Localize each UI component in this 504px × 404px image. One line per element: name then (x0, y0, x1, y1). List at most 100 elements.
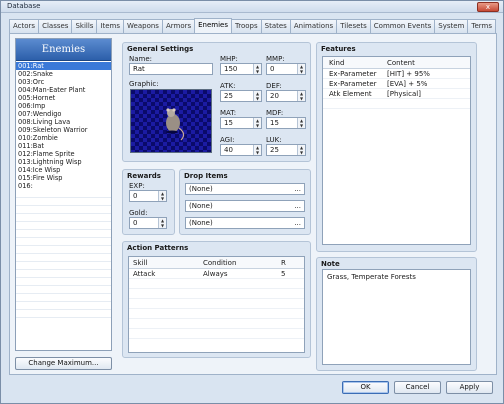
close-button[interactable]: x (477, 2, 499, 12)
apply-button[interactable]: Apply (446, 381, 493, 394)
tab-enemies[interactable]: Enemies (194, 18, 233, 33)
mat-spinner[interactable]: 15 ▲ ▼ (220, 117, 262, 129)
list-item[interactable]: 006:Imp (16, 102, 111, 110)
list-item-empty[interactable] (16, 190, 111, 198)
list-item[interactable]: 010:Zombie (16, 134, 111, 142)
name-field[interactable]: Rat (129, 63, 213, 75)
def-spinner[interactable]: 20 ▲ ▼ (266, 90, 306, 102)
list-item-empty[interactable] (16, 262, 111, 270)
note-textarea[interactable]: Grass, Temperate Forests (322, 269, 471, 365)
list-item[interactable]: 009:Skeleton Warrior (16, 126, 111, 134)
list-item[interactable]: 011:Bat (16, 142, 111, 150)
agi-spinner[interactable]: 40 ▲ ▼ (220, 144, 262, 156)
list-item-empty[interactable] (16, 302, 111, 310)
spin-down-icon[interactable]: ▼ (254, 69, 261, 74)
list-item-empty[interactable] (16, 254, 111, 262)
drop-item-1[interactable]: (None)... (185, 183, 305, 195)
list-item[interactable]: 015:Fire Wisp (16, 174, 111, 182)
list-item-empty[interactable] (16, 310, 111, 318)
tab-troops[interactable]: Troops (231, 19, 262, 33)
table-row[interactable]: Atk Element [Physical] (323, 89, 470, 99)
mhp-spinner[interactable]: 150 ▲ ▼ (220, 63, 262, 75)
list-item-empty[interactable] (16, 206, 111, 214)
table-row[interactable]: Ex-Parameter [HIT] + 95% (323, 69, 470, 79)
exp-spinner[interactable]: 0 ▲ ▼ (129, 190, 167, 202)
gold-spinner[interactable]: 0 ▲ ▼ (129, 217, 167, 229)
list-item[interactable]: 013:Lightning Wisp (16, 158, 111, 166)
spin-down-icon[interactable]: ▼ (298, 123, 305, 128)
features-table[interactable]: Kind Content Ex-Parameter [HIT] + 95% Ex… (322, 56, 471, 245)
tab-system[interactable]: System (434, 19, 469, 33)
drop-item-3[interactable]: (None)... (185, 217, 305, 229)
title-bar: Database x (1, 1, 503, 13)
spin-down-icon[interactable]: ▼ (254, 123, 261, 128)
list-item[interactable]: 014:Ice Wisp (16, 166, 111, 174)
feature-content: [HIT] + 95% (387, 70, 430, 78)
list-item-empty[interactable] (16, 278, 111, 286)
list-item[interactable]: 012:Flame Sprite (16, 150, 111, 158)
list-item-empty[interactable] (16, 198, 111, 206)
list-item-empty[interactable] (16, 270, 111, 278)
agi-value: 40 (224, 146, 233, 154)
enemy-graphic[interactable] (130, 89, 212, 153)
spin-down-icon[interactable]: ▼ (159, 223, 166, 228)
tab-weapons[interactable]: Weapons (123, 19, 163, 33)
table-row[interactable] (129, 279, 304, 289)
feature-kind: Ex-Parameter (329, 70, 377, 78)
spin-down-icon[interactable]: ▼ (298, 96, 305, 101)
tab-actors[interactable]: Actors (9, 19, 40, 33)
table-row[interactable] (129, 299, 304, 309)
mdf-spinner[interactable]: 15 ▲ ▼ (266, 117, 306, 129)
list-item-empty[interactable] (16, 286, 111, 294)
atk-spinner[interactable]: 25 ▲ ▼ (220, 90, 262, 102)
table-row[interactable] (129, 309, 304, 319)
list-item[interactable]: 002:Snake (16, 70, 111, 78)
tab-common-events[interactable]: Common Events (369, 19, 436, 33)
table-row[interactable] (129, 289, 304, 299)
tab-states[interactable]: States (260, 19, 291, 33)
list-item-empty[interactable] (16, 222, 111, 230)
table-row[interactable] (129, 329, 304, 339)
tab-classes[interactable]: Classes (38, 19, 73, 33)
table-row[interactable] (323, 99, 470, 109)
tab-skills[interactable]: Skills (71, 19, 98, 33)
change-maximum-button[interactable]: Change Maximum... (15, 357, 112, 370)
action-patterns-table[interactable]: Skill Condition R Attack Always 5 (128, 256, 305, 353)
drop-item-2[interactable]: (None)... (185, 200, 305, 212)
list-item-empty[interactable] (16, 294, 111, 302)
list-item-empty[interactable] (16, 238, 111, 246)
luk-spinner[interactable]: 25 ▲ ▼ (266, 144, 306, 156)
tab-animations[interactable]: Animations (289, 19, 338, 33)
list-item[interactable]: 007:Wendigo (16, 110, 111, 118)
spin-down-icon[interactable]: ▼ (254, 96, 261, 101)
tab-terms[interactable]: Terms (467, 19, 496, 33)
list-item-empty[interactable] (16, 214, 111, 222)
spin-down-icon[interactable]: ▼ (254, 150, 261, 155)
spin-down-icon[interactable]: ▼ (159, 196, 166, 201)
cancel-button[interactable]: Cancel (394, 381, 441, 394)
list-item[interactable]: 004:Man-Eater Plant (16, 86, 111, 94)
tab-armors[interactable]: Armors (161, 19, 196, 33)
table-row[interactable]: Attack Always 5 (129, 269, 304, 279)
tab-items[interactable]: Items (96, 19, 125, 33)
feature-content: [EVA] + 5% (387, 80, 428, 88)
rewards-title: Rewards (127, 172, 161, 180)
spin-down-icon[interactable]: ▼ (298, 150, 305, 155)
ok-button[interactable]: OK (342, 381, 389, 394)
spin-down-icon[interactable]: ▼ (298, 69, 305, 74)
table-row[interactable] (129, 319, 304, 329)
column-header-content: Content (387, 59, 415, 67)
list-item[interactable]: 016: (16, 182, 111, 190)
table-row[interactable]: Ex-Parameter [EVA] + 5% (323, 79, 470, 89)
list-item-empty[interactable] (16, 230, 111, 238)
feature-kind: Atk Element (329, 90, 372, 98)
list-item[interactable]: 005:Hornet (16, 94, 111, 102)
list-item[interactable]: 008:Living Lava (16, 118, 111, 126)
tab-tilesets[interactable]: Tilesets (336, 19, 371, 33)
feature-content: [Physical] (387, 90, 421, 98)
list-item[interactable]: 001:Rat (16, 62, 111, 70)
def-label: DEF: (266, 82, 282, 90)
list-item-empty[interactable] (16, 246, 111, 254)
mmp-spinner[interactable]: 0 ▲ ▼ (266, 63, 306, 75)
list-item[interactable]: 003:Orc (16, 78, 111, 86)
